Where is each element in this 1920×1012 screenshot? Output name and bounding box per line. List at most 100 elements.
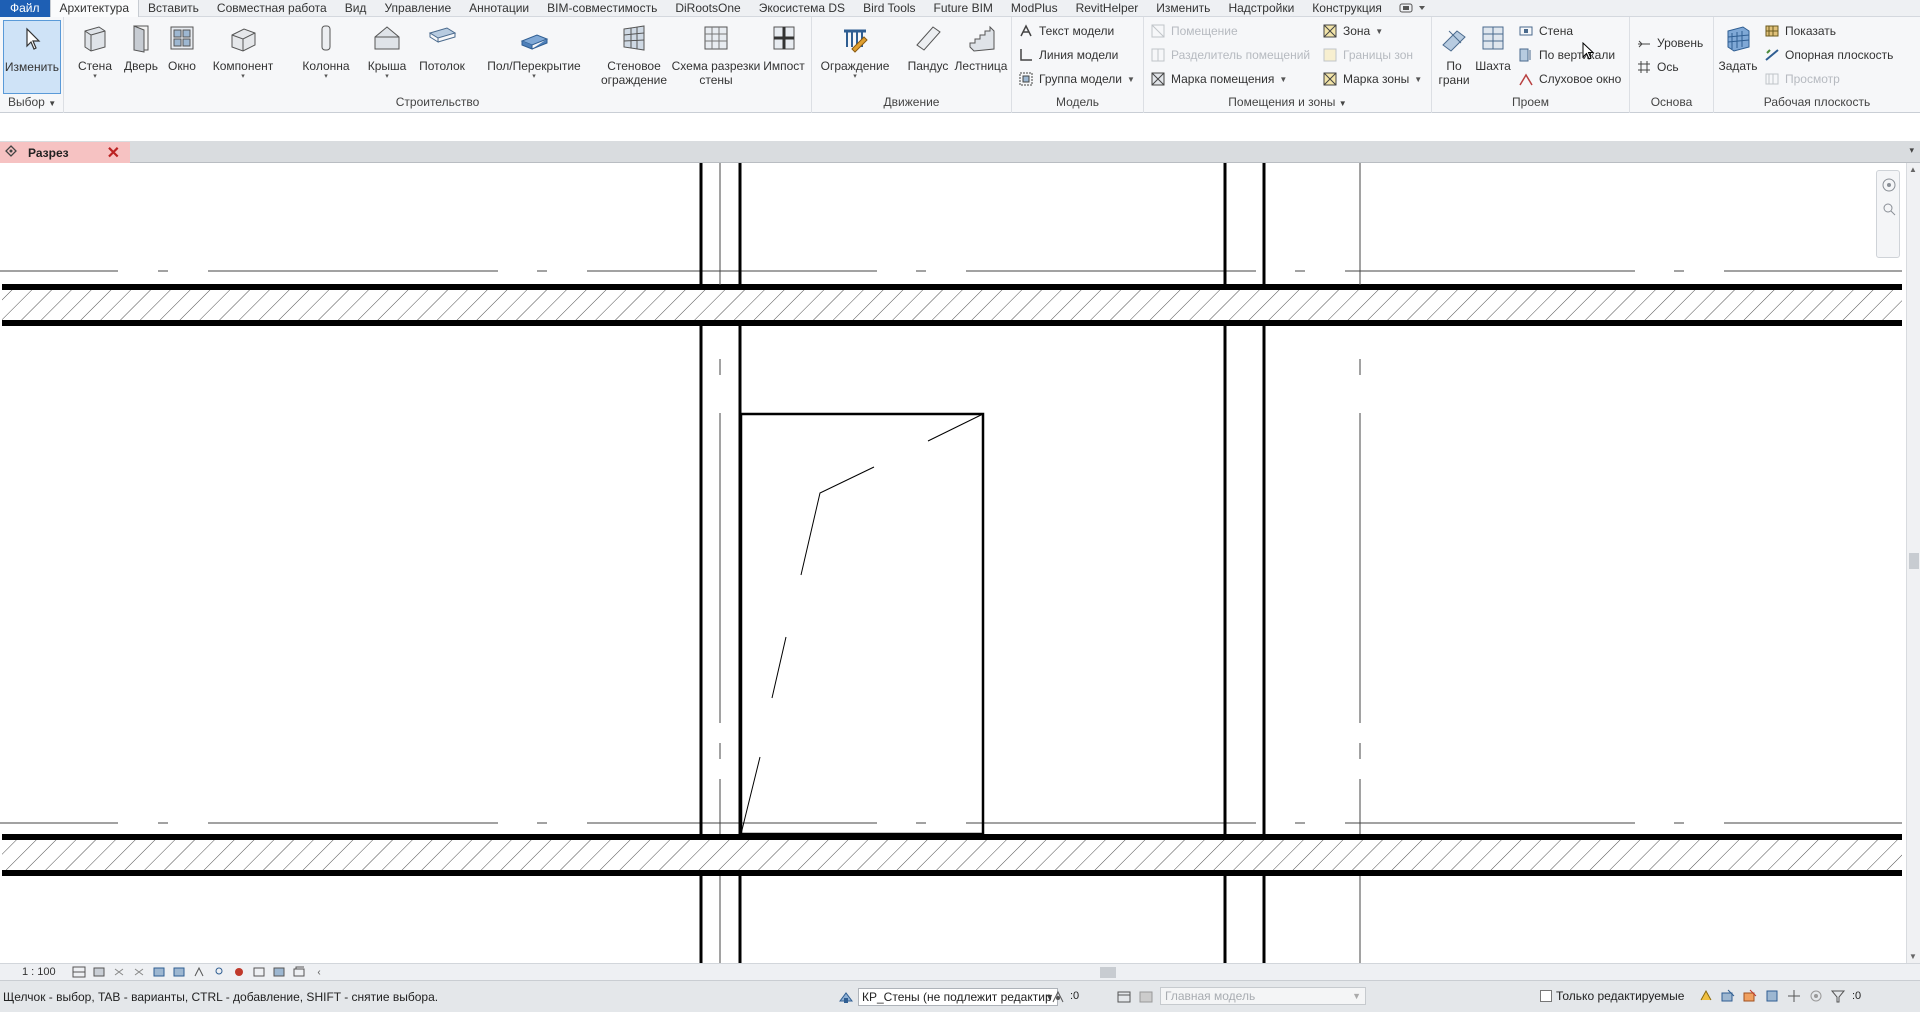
- dormer-button[interactable]: Слуховое окно: [1518, 69, 1621, 89]
- only-editable-checkbox[interactable]: Только редактируемые: [1540, 989, 1684, 1003]
- window-button[interactable]: Окно: [162, 20, 202, 94]
- tab-view[interactable]: Вид: [336, 0, 376, 17]
- select-pinned-icon[interactable]: [1742, 988, 1758, 1004]
- view-tab-section[interactable]: Разрез ✕: [0, 142, 130, 163]
- tab-modplus[interactable]: ModPlus: [1002, 0, 1067, 17]
- area-button[interactable]: Зона ▼: [1322, 21, 1383, 41]
- vertical-opening-button[interactable]: По вертикали: [1518, 45, 1615, 65]
- tab-architecture[interactable]: Архитектура: [49, 0, 140, 17]
- room-separator-button[interactable]: Разделитель помещений: [1150, 45, 1310, 65]
- design-options-icon[interactable]: [1116, 989, 1132, 1008]
- show-crop-icon[interactable]: [172, 966, 186, 978]
- reveal-constraints-icon[interactable]: [292, 966, 306, 978]
- drag-elements-icon[interactable]: [1786, 988, 1802, 1004]
- floor-button[interactable]: Пол/Перекрытие ▾: [478, 20, 590, 94]
- ceiling-button[interactable]: Потолок: [412, 20, 472, 94]
- worksharing-display-icon[interactable]: [272, 966, 286, 978]
- tab-collaborate[interactable]: Совместная работа: [208, 0, 336, 17]
- shadows-icon[interactable]: [132, 966, 146, 978]
- view-scale[interactable]: 1 : 100: [22, 966, 72, 978]
- room-tag-button[interactable]: Марка помещения ▼: [1150, 69, 1287, 89]
- model-text-button[interactable]: Текст модели: [1018, 21, 1114, 41]
- column-button[interactable]: Колонна ▾: [290, 20, 362, 94]
- railing-button[interactable]: Ограждение ▾: [818, 20, 892, 94]
- by-face-button[interactable]: По грани: [1436, 20, 1472, 94]
- unlock-3d-icon[interactable]: [192, 966, 206, 978]
- set-workplane-button[interactable]: Задать: [1716, 20, 1760, 94]
- temporary-hide-icon[interactable]: [212, 966, 226, 978]
- zoom-icon[interactable]: [1881, 201, 1897, 224]
- room-button[interactable]: Помещение: [1150, 21, 1238, 41]
- ramp-button[interactable]: Пандус: [904, 20, 952, 94]
- select-underlay-icon[interactable]: [1720, 988, 1736, 1004]
- wall-button[interactable]: Стена ▾: [72, 20, 118, 94]
- rooms-areas-dropdown[interactable]: Помещения и зоны ▼: [1144, 95, 1431, 109]
- detail-level-icon[interactable]: [72, 966, 86, 978]
- active-workset-select[interactable]: КР_Стены (не подлежит редактир ▼: [858, 988, 1058, 1006]
- tab-file[interactable]: Файл: [0, 0, 50, 17]
- workplane-viewer-button[interactable]: Просмотр: [1764, 69, 1840, 89]
- main-model-icon[interactable]: [1138, 989, 1154, 1008]
- scroll-up-icon[interactable]: ▲: [1909, 165, 1917, 174]
- section-drawing[interactable]: [0, 163, 1906, 963]
- tab-ecosystem-ds[interactable]: Экосистема DS: [750, 0, 854, 17]
- door-elevation[interactable]: [739, 412, 985, 836]
- filter-icon[interactable]: [1830, 988, 1846, 1004]
- wall-opening-button[interactable]: Стена: [1518, 21, 1573, 41]
- floor-slab-lower[interactable]: [2, 834, 1902, 876]
- background-processes-icon[interactable]: [1808, 988, 1824, 1004]
- grid-button[interactable]: Ось: [1636, 57, 1679, 77]
- drawing-canvas[interactable]: [0, 163, 1906, 963]
- tab-addins[interactable]: Надстройки: [1219, 0, 1303, 17]
- curtain-grid-button[interactable]: Схема разрезки стены: [668, 20, 764, 94]
- design-option-select[interactable]: Главная модель ▼: [1160, 987, 1366, 1005]
- show-workplane-button[interactable]: Показать: [1764, 21, 1836, 41]
- component-button[interactable]: Компонент ▾: [208, 20, 278, 94]
- reference-plane-button[interactable]: Опорная плоскость: [1764, 45, 1893, 65]
- model-group-button[interactable]: Группа модели ▼: [1018, 69, 1135, 89]
- close-tab-icon[interactable]: ✕: [107, 143, 120, 163]
- door-button[interactable]: Дверь: [120, 20, 162, 94]
- select-by-face-icon[interactable]: [1764, 988, 1780, 1004]
- select-dropdown[interactable]: Выбор ▼: [0, 95, 63, 109]
- curtain-system-button[interactable]: Стеновое ограждение: [594, 20, 674, 94]
- steering-wheel-icon[interactable]: [1881, 177, 1897, 196]
- reveal-hidden-icon[interactable]: [232, 966, 246, 978]
- tab-modify[interactable]: Изменить: [1147, 0, 1219, 17]
- crop-view-icon[interactable]: [152, 966, 166, 978]
- tab-annotate[interactable]: Аннотации: [460, 0, 538, 17]
- tab-manage[interactable]: Управление: [375, 0, 460, 17]
- sun-path-icon[interactable]: [112, 966, 126, 978]
- tab-list-icon[interactable]: ▾: [1909, 145, 1914, 156]
- tab-bim-interop[interactable]: BIM-совместимость: [538, 0, 666, 17]
- checkbox-box[interactable]: [1540, 990, 1552, 1002]
- ribbon-display-toggle[interactable]: [1397, 2, 1431, 15]
- horizontal-scrollbar[interactable]: [325, 967, 1885, 978]
- select-links-icon[interactable]: [1698, 988, 1714, 1004]
- floor-slab-upper[interactable]: [2, 284, 1902, 326]
- stair-button[interactable]: Лестница: [954, 20, 1008, 94]
- model-line-button[interactable]: Линия модели: [1018, 45, 1118, 65]
- collapse-arrow-icon[interactable]: ‹: [312, 966, 326, 978]
- visual-style-icon[interactable]: [92, 966, 106, 978]
- shaft-button[interactable]: Шахта: [1474, 20, 1512, 94]
- temporary-view-properties-icon[interactable]: [252, 966, 266, 978]
- roof-button[interactable]: Крыша ▾: [364, 20, 410, 94]
- scroll-down-icon[interactable]: ▼: [1909, 952, 1917, 961]
- tab-insert[interactable]: Вставить: [139, 0, 208, 17]
- vertical-scrollbar[interactable]: ▲ ▼: [1906, 163, 1920, 963]
- area-tag-button[interactable]: Марка зоны ▼: [1322, 69, 1422, 89]
- tab-structure[interactable]: Конструкция: [1303, 0, 1391, 17]
- level-button[interactable]: Уровень: [1636, 33, 1703, 53]
- editable-elements-icon[interactable]: [1050, 989, 1066, 1008]
- tab-revithelper[interactable]: RevitHelper: [1067, 0, 1148, 17]
- worksets-icon[interactable]: [838, 989, 854, 1005]
- tab-dirootsone[interactable]: DiRootsOne: [666, 0, 749, 17]
- vertical-scroll-thumb[interactable]: [1909, 553, 1919, 569]
- tab-future-bim[interactable]: Future BIM: [925, 0, 1002, 17]
- mullion-button[interactable]: Импост: [760, 20, 808, 94]
- horizontal-scroll-thumb[interactable]: [1100, 967, 1116, 978]
- area-boundary-button[interactable]: Границы зон: [1322, 45, 1413, 65]
- tab-bird-tools[interactable]: Bird Tools: [854, 0, 924, 17]
- modify-button[interactable]: Изменить: [3, 20, 61, 94]
